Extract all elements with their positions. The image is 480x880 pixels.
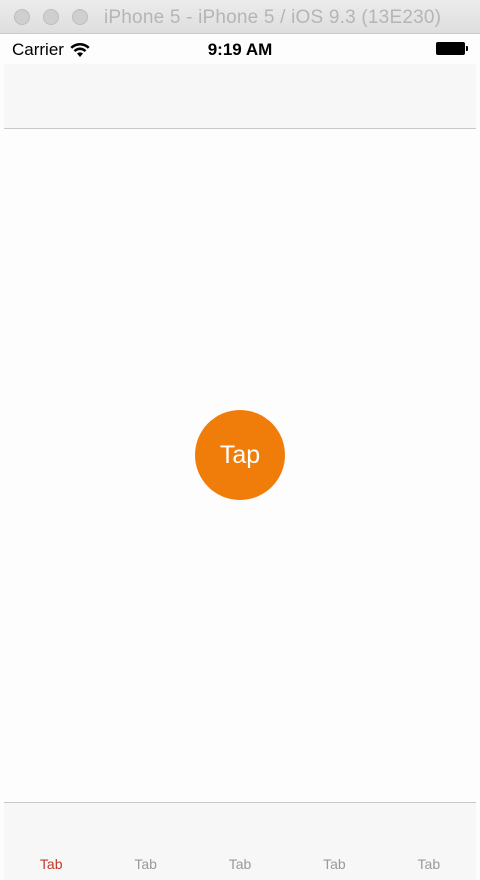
device-screen: Carrier 9:19 AM Tap Tab Tab Tab Tab Tab bbox=[4, 34, 476, 880]
tab-label: Tab bbox=[323, 856, 346, 872]
window-title: iPhone 5 - iPhone 5 / iOS 9.3 (13E230) bbox=[104, 7, 442, 28]
tab-bar: Tab Tab Tab Tab Tab bbox=[4, 802, 476, 880]
zoom-window-button[interactable] bbox=[72, 9, 88, 25]
status-time: 9:19 AM bbox=[207, 40, 273, 59]
tab-1[interactable]: Tab bbox=[4, 803, 98, 880]
minimize-window-button[interactable] bbox=[43, 9, 59, 25]
tap-button[interactable]: Tap bbox=[195, 410, 285, 500]
tab-4[interactable]: Tab bbox=[287, 803, 381, 880]
simulator-window: iPhone 5 - iPhone 5 / iOS 9.3 (13E230) C… bbox=[0, 0, 480, 880]
status-bar: Carrier 9:19 AM bbox=[4, 34, 476, 64]
battery-icon bbox=[436, 42, 468, 55]
tab-label: Tab bbox=[417, 856, 441, 872]
window-titlebar[interactable]: iPhone 5 - iPhone 5 / iOS 9.3 (13E230) bbox=[0, 0, 480, 34]
close-window-button[interactable] bbox=[14, 9, 30, 25]
tab-label: Tab bbox=[39, 856, 63, 872]
tab-label: Tab bbox=[134, 856, 157, 872]
navigation-bar bbox=[4, 64, 476, 129]
tab-2[interactable]: Tab bbox=[98, 803, 192, 880]
tab-5[interactable]: Tab bbox=[382, 803, 476, 880]
tab-3[interactable]: Tab bbox=[193, 803, 287, 880]
tab-label: Tab bbox=[228, 856, 252, 872]
